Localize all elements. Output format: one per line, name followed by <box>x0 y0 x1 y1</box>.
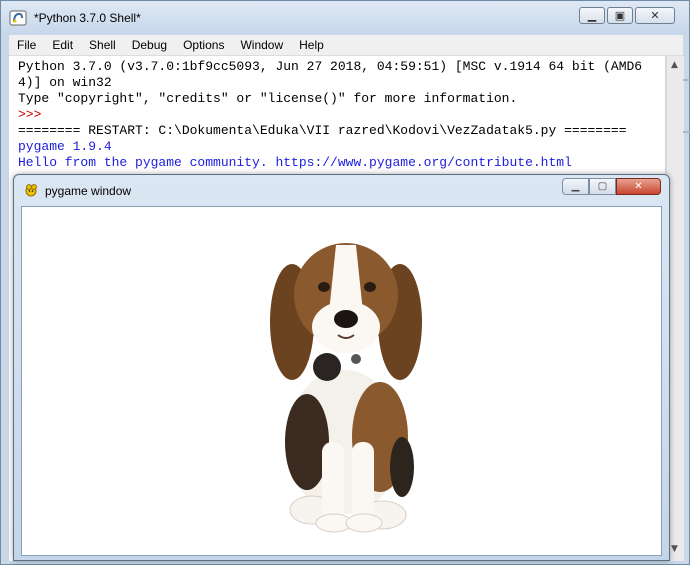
pygame-icon <box>25 184 37 197</box>
close-button[interactable]: ✕ <box>635 7 675 24</box>
minimize-icon: ▁ <box>587 9 597 22</box>
menu-shell[interactable]: Shell <box>81 38 124 52</box>
menu-options[interactable]: Options <box>175 38 232 52</box>
beagle-puppy-image <box>270 243 422 533</box>
shell-prompt: >>> <box>18 107 42 122</box>
edge-divider <box>683 79 690 81</box>
maximize-icon: ▢ <box>597 181 608 192</box>
pygame-minimize-button[interactable]: ▁ <box>562 178 589 195</box>
menu-debug[interactable]: Debug <box>124 38 175 52</box>
shell-titlebar[interactable]: *Python 3.7.0 Shell* ▁ ▣ ✕ <box>1 1 689 34</box>
minimize-icon: ▁ <box>571 181 580 192</box>
close-icon: ✕ <box>634 181 643 192</box>
scroll-down-icon[interactable]: ▼ <box>671 544 678 554</box>
pygame-window-title: pygame window <box>45 184 132 198</box>
menu-bar: File Edit Shell Debug Options Window Hel… <box>9 35 683 56</box>
pygame-close-button[interactable]: ✕ <box>616 178 661 195</box>
minimize-button[interactable]: ▁ <box>579 7 605 24</box>
shell-line: Type "copyright", "credits" or "license(… <box>18 91 518 106</box>
close-icon: ✕ <box>650 9 660 22</box>
shell-line: 4)] on win32 <box>18 75 112 90</box>
pygame-maximize-button[interactable]: ▢ <box>589 178 616 195</box>
shell-line: ======== RESTART: C:\Dokumenta\Eduka\VII… <box>18 123 627 138</box>
menu-help[interactable]: Help <box>291 38 332 52</box>
python-shell-icon <box>9 10 27 26</box>
shell-line: Python 3.7.0 (v3.7.0:1bf9cc5093, Jun 27 … <box>18 59 643 74</box>
maximize-button[interactable]: ▣ <box>607 7 633 24</box>
shell-line: pygame 1.9.4 <box>18 139 112 154</box>
scroll-up-icon[interactable]: ▲ <box>671 60 678 70</box>
menu-file[interactable]: File <box>9 38 44 52</box>
menu-edit[interactable]: Edit <box>44 38 81 52</box>
shell-window-title: *Python 3.7.0 Shell* <box>34 11 141 25</box>
shell-line: Hello from the pygame community. https:/… <box>18 155 572 170</box>
edge-divider <box>683 131 690 133</box>
maximize-icon: ▣ <box>614 9 626 22</box>
pygame-canvas[interactable] <box>21 206 662 556</box>
pygame-window: pygame window ▁ ▢ ✕ <box>13 174 670 561</box>
menu-window[interactable]: Window <box>232 38 291 52</box>
